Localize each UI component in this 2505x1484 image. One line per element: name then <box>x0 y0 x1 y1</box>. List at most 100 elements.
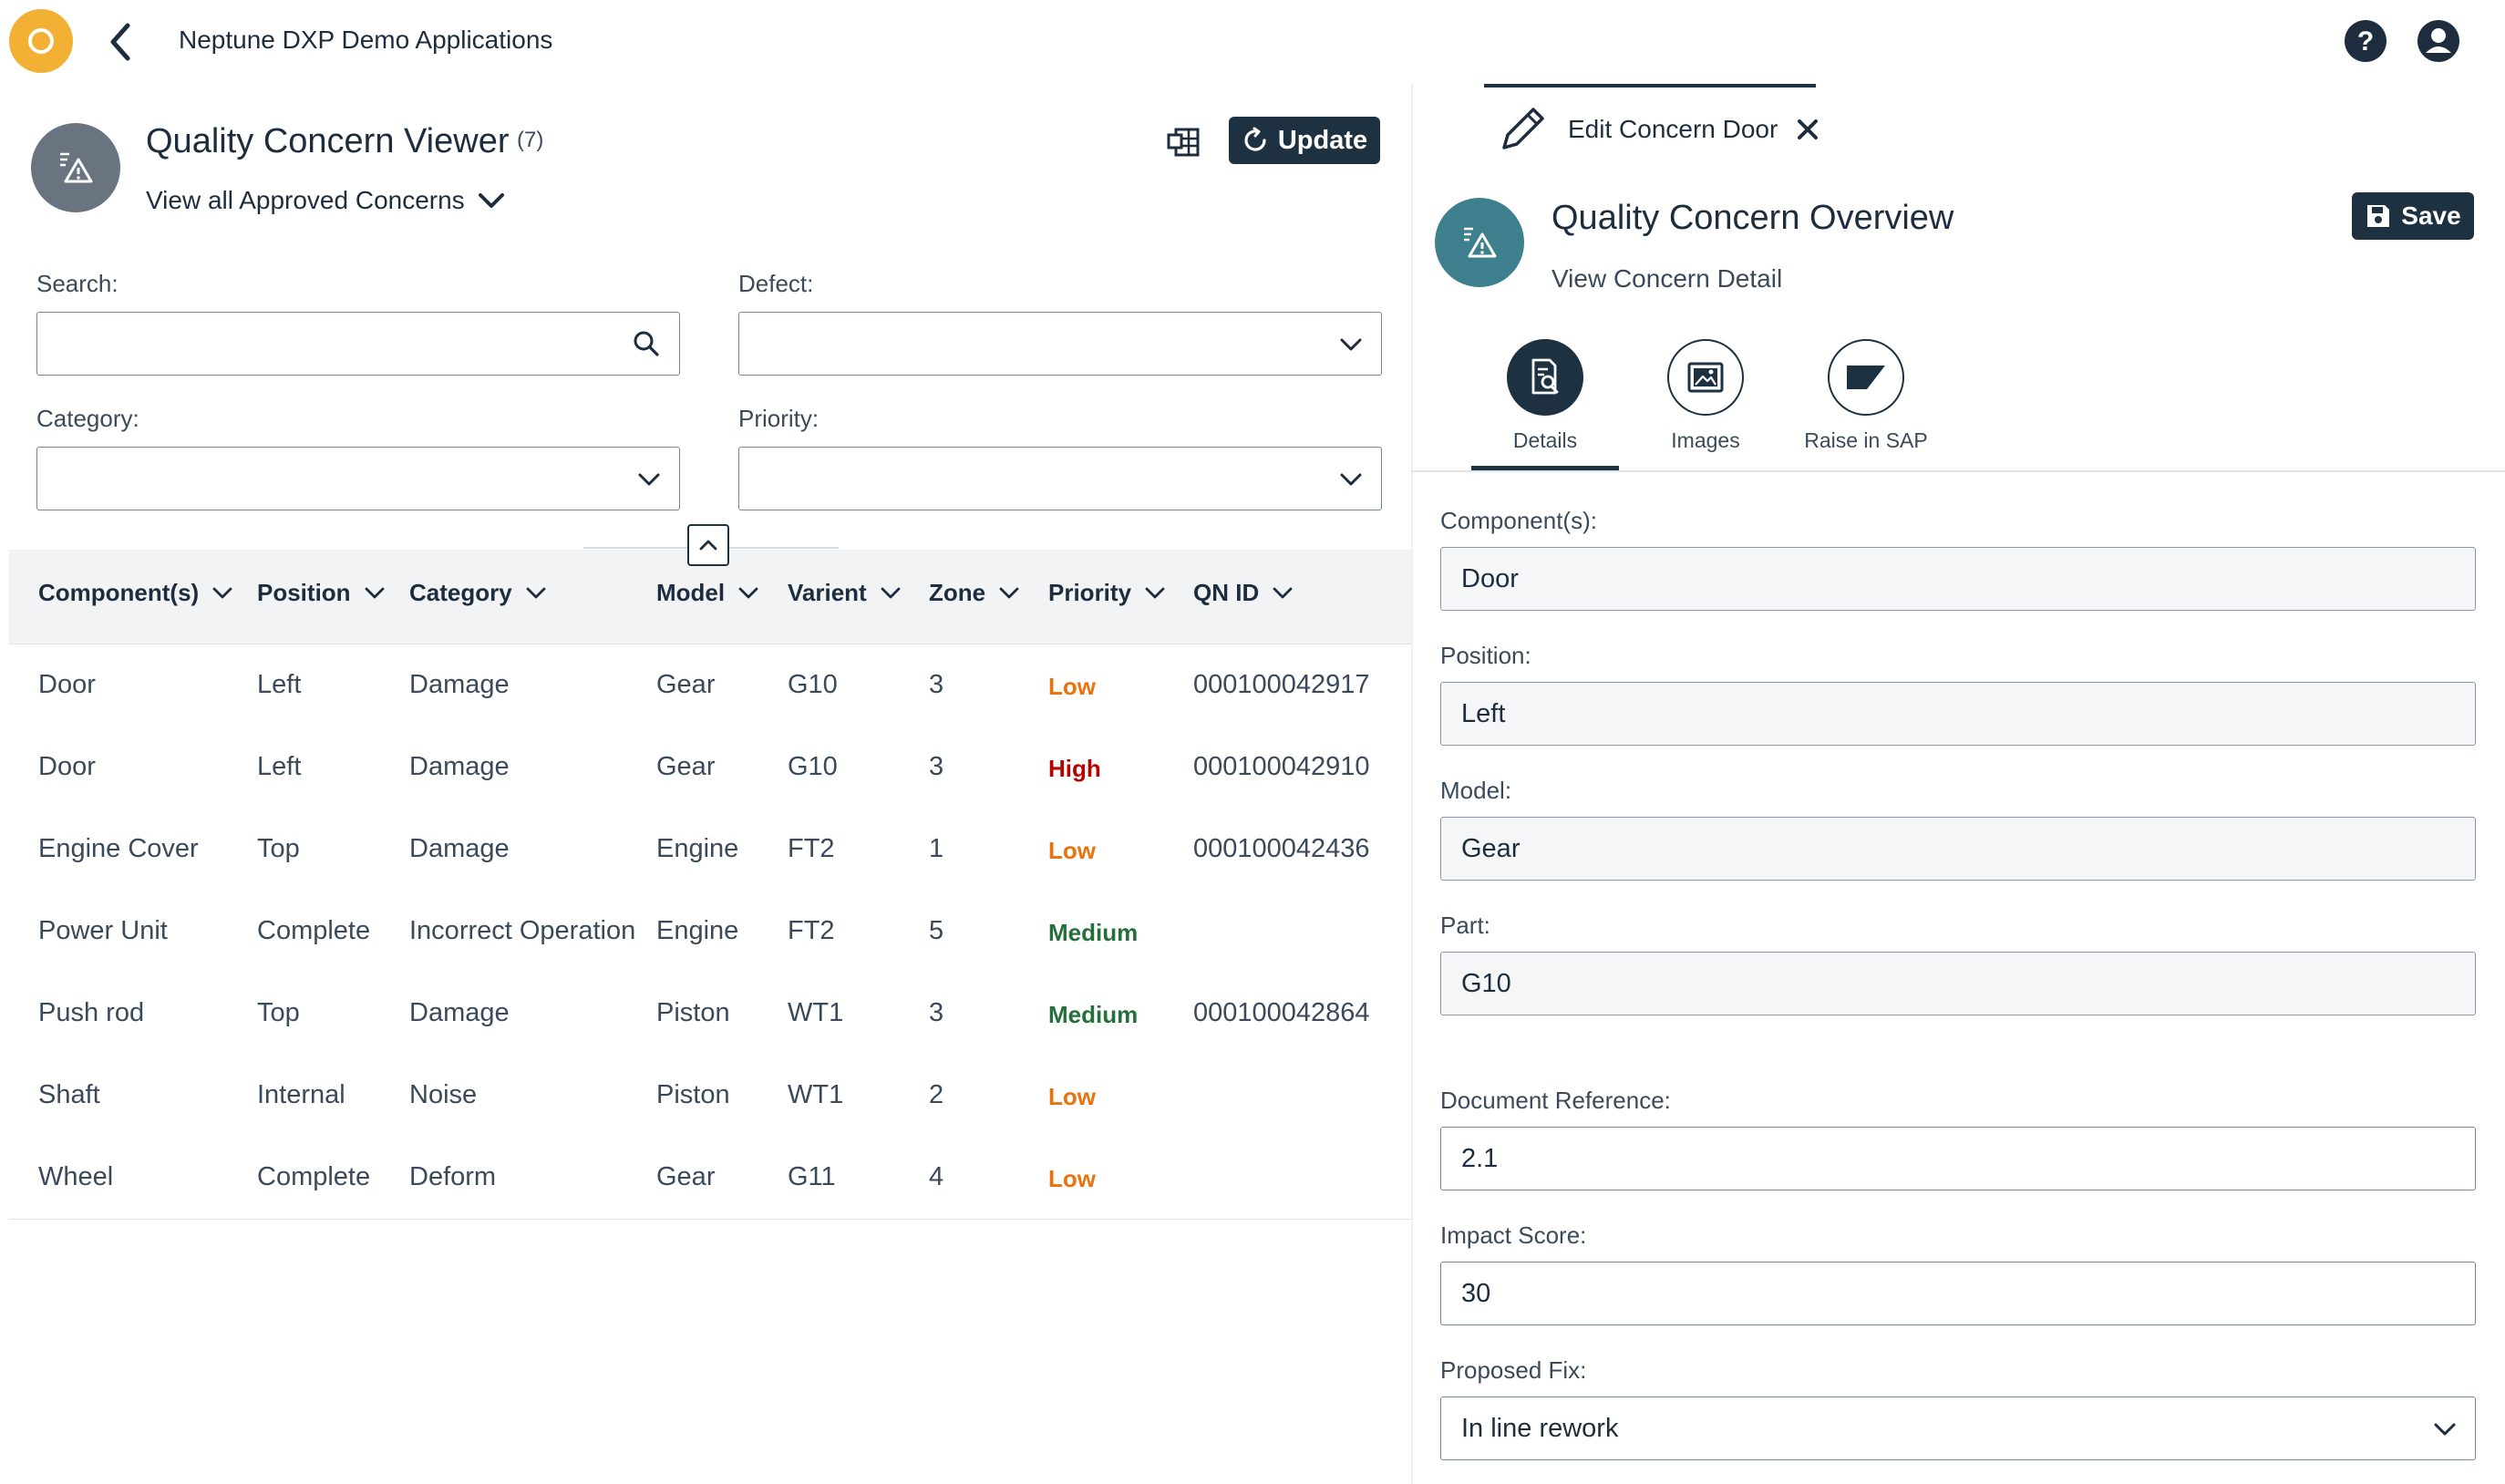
edit-concern-tab[interactable]: Edit Concern Door <box>1495 100 1819 159</box>
defect-select[interactable] <box>738 312 1382 376</box>
priority-select[interactable] <box>738 447 1382 510</box>
category-select[interactable] <box>36 447 680 510</box>
image-icon <box>1687 362 1724 393</box>
cell-zone: 1 <box>929 834 944 863</box>
table-row[interactable]: Power Unit Complete Incorrect Operation … <box>9 891 1411 974</box>
table-row[interactable]: Push rod Top Damage Piston WT1 3 Medium … <box>9 973 1411 1056</box>
cell-varient: G10 <box>788 670 838 699</box>
close-icon[interactable] <box>1796 118 1819 141</box>
cell-model: Engine <box>656 834 739 863</box>
component-field[interactable]: Door <box>1440 547 2476 611</box>
table-row[interactable]: Wheel Complete Deform Gear G11 4 Low <box>9 1137 1411 1220</box>
position-field[interactable]: Left <box>1440 682 2476 746</box>
cell-position: Top <box>257 998 300 1027</box>
cell-varient: WT1 <box>788 1080 844 1109</box>
pencil-icon <box>1502 108 1544 149</box>
chevron-down-icon <box>1145 587 1165 598</box>
app-logo[interactable] <box>9 9 73 73</box>
update-button[interactable]: Update <box>1229 117 1380 164</box>
cell-priority: High <box>1048 755 1101 782</box>
component-value: Door <box>1461 563 1519 593</box>
cell-position: Left <box>257 752 302 781</box>
col-header-component[interactable]: Component(s) <box>38 579 233 607</box>
defect-label: Defect: <box>738 270 814 297</box>
account-icon[interactable] <box>2417 20 2459 62</box>
cell-category: Damage <box>409 670 510 699</box>
cell-zone: 3 <box>929 998 944 1027</box>
overview-subtitle: View Concern Detail <box>1551 264 1783 293</box>
category-label: Category: <box>36 405 139 432</box>
tab-raise-in-sap[interactable]: Raise in SAP <box>1784 339 1948 453</box>
tab-details[interactable]: Details <box>1463 339 1627 453</box>
cell-priority: Low <box>1048 673 1096 700</box>
sap-flag-icon <box>1847 366 1885 389</box>
model-value: Gear <box>1461 833 1521 863</box>
tab-images[interactable]: Images <box>1624 339 1788 453</box>
cell-position: Left <box>257 670 302 699</box>
chevron-left-icon <box>110 23 130 61</box>
cell-category: Incorrect Operation <box>409 916 636 945</box>
impact-value: 30 <box>1461 1278 1491 1308</box>
cell-component: Door <box>38 752 96 781</box>
part-field[interactable]: G10 <box>1440 952 2476 1015</box>
cell-priority: Medium <box>1048 919 1139 946</box>
update-label: Update <box>1277 125 1368 155</box>
position-label: Position: <box>1440 642 1531 669</box>
shell-title: Neptune DXP Demo Applications <box>179 26 553 54</box>
search-input[interactable] <box>36 312 680 376</box>
chevron-down-icon <box>212 587 232 598</box>
cell-position: Complete <box>257 1162 371 1191</box>
table-row[interactable]: Door Left Damage Gear G10 3 Low 00010004… <box>9 644 1411 727</box>
cell-category: Deform <box>409 1162 497 1191</box>
cell-zone: 5 <box>929 916 944 945</box>
help-icon[interactable]: ? <box>2345 20 2386 62</box>
col-header-priority[interactable]: Priority <box>1048 579 1166 607</box>
col-header-qnid[interactable]: QN ID <box>1193 579 1294 607</box>
fix-value: In line rework <box>1461 1413 1619 1443</box>
chevron-down-icon <box>1273 587 1293 598</box>
cell-qnid: 000100042910 <box>1193 752 1370 781</box>
col-header-model[interactable]: Model <box>656 579 759 607</box>
cell-zone: 2 <box>929 1080 944 1109</box>
impact-label: Impact Score: <box>1440 1221 1587 1249</box>
table-row[interactable]: Shaft Internal Noise Piston WT1 2 Low <box>9 1055 1411 1138</box>
refresh-icon <box>1244 127 1266 151</box>
table-row[interactable]: Engine Cover Top Damage Engine FT2 1 Low… <box>9 809 1411 891</box>
col-header-zone[interactable]: Zone <box>929 579 1020 607</box>
cell-zone: 3 <box>929 670 944 699</box>
warning-list-icon <box>1464 227 1497 258</box>
cell-category: Damage <box>409 752 510 781</box>
tab-bar-line <box>1411 470 2505 472</box>
table-row[interactable]: Door Left Damage Gear G10 3 High 0001000… <box>9 727 1411 809</box>
chevron-down-icon <box>2434 1423 2456 1436</box>
cell-priority: Medium <box>1048 1001 1139 1028</box>
viewer-title: Quality Concern Viewer <box>146 122 510 160</box>
col-header-category[interactable]: Category <box>409 579 547 607</box>
save-button[interactable]: Save <box>2352 192 2474 240</box>
docref-value: 2.1 <box>1461 1143 1499 1173</box>
fix-select[interactable]: In line rework <box>1440 1396 2476 1460</box>
variant-selector[interactable]: View all Approved Concerns <box>146 186 505 215</box>
export-button[interactable] <box>1165 120 1207 162</box>
model-field[interactable]: Gear <box>1440 817 2476 881</box>
cell-varient: WT1 <box>788 998 844 1027</box>
cell-qnid: 000100042864 <box>1193 998 1370 1027</box>
col-header-varient[interactable]: Varient <box>788 579 902 607</box>
docref-label: Document Reference: <box>1440 1087 1671 1114</box>
edit-tab-indicator <box>1484 84 1816 88</box>
col-header-position[interactable]: Position <box>257 579 386 607</box>
part-value: G10 <box>1461 968 1511 998</box>
export-spreadsheet-icon <box>1167 128 1200 157</box>
impact-input[interactable]: 30 <box>1440 1262 2476 1325</box>
chevron-down-icon <box>1340 473 1362 486</box>
overview-title: Quality Concern Overview <box>1551 199 1954 237</box>
docref-input[interactable]: 2.1 <box>1440 1127 2476 1190</box>
cell-zone: 3 <box>929 752 944 781</box>
cell-varient: G11 <box>788 1162 836 1191</box>
chevron-down-icon <box>638 473 660 486</box>
collapse-filters-button[interactable] <box>687 524 729 566</box>
search-icon <box>634 331 659 356</box>
back-button[interactable] <box>102 20 142 64</box>
chevron-down-icon <box>526 587 546 598</box>
chevron-up-icon <box>699 540 717 551</box>
